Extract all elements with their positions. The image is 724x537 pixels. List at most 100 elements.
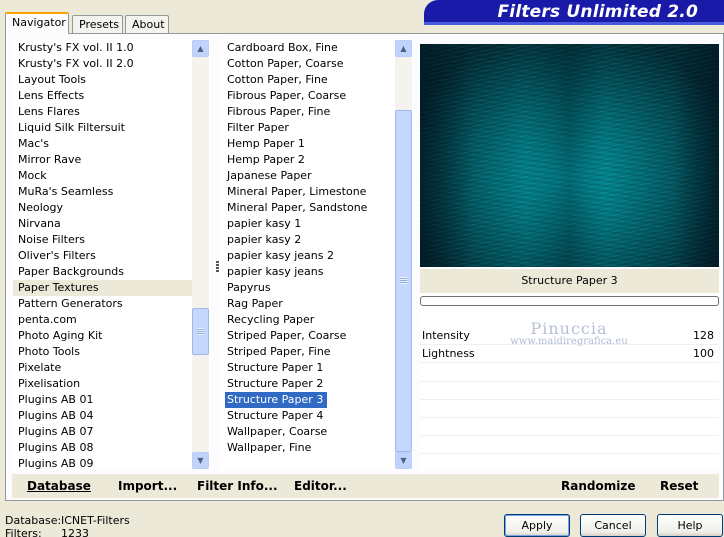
list-item[interactable]: Krusty's FX vol. II 2.0	[13, 56, 192, 72]
param-value[interactable]: 100	[693, 345, 714, 363]
list-item[interactable]: Plugins AB 01	[13, 392, 192, 408]
editor-button[interactable]: Editor...	[294, 474, 347, 498]
import-button[interactable]: Import...	[118, 474, 177, 498]
list-item[interactable]: Rag Paper	[220, 296, 395, 312]
list-item[interactable]: Fibrous Paper, Coarse	[220, 88, 395, 104]
list-item[interactable]: Paper Textures	[13, 280, 192, 296]
list-item[interactable]: Pixelisation	[13, 376, 192, 392]
list-item[interactable]: Fibrous Paper, Fine	[220, 104, 395, 120]
list-item[interactable]: Layout Tools	[13, 72, 192, 88]
filter-scroll-up-button[interactable]: ▲	[395, 40, 412, 57]
category-scroll-thumb[interactable]	[192, 308, 209, 355]
list-item[interactable]: Plugins AB 04	[13, 408, 192, 424]
list-item[interactable]: Paper Backgrounds	[13, 264, 192, 280]
category-scroll-down-button[interactable]: ▼	[192, 452, 209, 469]
selected-item-highlight[interactable]: Structure Paper 3	[225, 392, 328, 408]
list-item[interactable]: Oliver's Filters	[13, 248, 192, 264]
selected-filter-name: Structure Paper 3	[420, 269, 719, 293]
list-item[interactable]: Mineral Paper, Sandstone	[220, 200, 395, 216]
list-item[interactable]: Plugins AB 08	[13, 440, 192, 456]
tab-navigator[interactable]: Navigator	[5, 12, 69, 34]
list-item[interactable]: papier kasy 2	[220, 232, 395, 248]
list-item[interactable]: Plugins AB 09	[13, 456, 192, 469]
list-item[interactable]: Striped Paper, Fine	[220, 344, 395, 360]
list-item[interactable]: Nirvana	[13, 216, 192, 232]
progress-bar	[420, 296, 719, 306]
param-divider	[420, 417, 719, 418]
chevron-up-icon: ▲	[197, 44, 204, 53]
app-banner: Filters Unlimited 2.0	[424, 0, 724, 25]
param-divider	[420, 435, 719, 436]
filter-scrollbar[interactable]: ▲ ▼	[395, 40, 412, 469]
list-item[interactable]: Pattern Generators	[13, 296, 192, 312]
randomize-button[interactable]: Randomize	[561, 474, 635, 498]
list-item[interactable]: Cardboard Box, Fine	[220, 40, 395, 56]
list-item[interactable]: Striped Paper, Coarse	[220, 328, 395, 344]
list-item[interactable]: Cotton Paper, Coarse	[220, 56, 395, 72]
param-divider	[420, 399, 719, 400]
list-item[interactable]: Noise Filters	[13, 232, 192, 248]
list-item[interactable]: Pixelate	[13, 360, 192, 376]
database-button[interactable]: Database	[27, 474, 91, 498]
chevron-down-icon: ▼	[400, 456, 407, 465]
list-item[interactable]: Liquid Silk Filtersuit	[13, 120, 192, 136]
list-item[interactable]: papier kasy jeans 2	[220, 248, 395, 264]
list-item[interactable]: Recycling Paper	[220, 312, 395, 328]
tab-presets[interactable]: Presets	[72, 15, 123, 34]
filters-count: 1233	[61, 527, 89, 537]
filter-list-items: Cardboard Box, Fine Cotton Paper, Coarse C…	[220, 40, 395, 456]
list-item[interactable]: Hemp Paper 1	[220, 136, 395, 152]
help-button[interactable]: Help	[657, 514, 723, 537]
category-scroll-up-button[interactable]: ▲	[192, 40, 209, 57]
filter-settings: Structure Paper 3 Intensity 128 Lightnes…	[420, 269, 719, 470]
param-divider	[420, 381, 719, 382]
filter-scroll-down-button[interactable]: ▼	[395, 452, 412, 469]
param-value[interactable]: 128	[693, 327, 714, 345]
status-info: Database:ICNET-Filters Filters: 1233	[5, 514, 130, 537]
navigator-panel: Krusty's FX vol. II 1.0 Krusty's FX vol. …	[5, 33, 724, 501]
list-item[interactable]: Wallpaper, Coarse	[220, 424, 395, 440]
filter-list[interactable]: Cardboard Box, Fine Cotton Paper, Coarse C…	[219, 39, 413, 470]
filter-info-button[interactable]: Filter Info...	[197, 474, 278, 498]
list-item[interactable]: MuRa's Seamless	[13, 184, 192, 200]
filter-preview[interactable]	[420, 44, 719, 267]
list-item[interactable]: Neology	[13, 200, 192, 216]
list-item[interactable]: Filter Paper	[220, 120, 395, 136]
list-item[interactable]: Mock	[13, 168, 192, 184]
cancel-button[interactable]: Cancel	[580, 514, 646, 537]
list-item[interactable]: Mac's	[13, 136, 192, 152]
list-item[interactable]: Hemp Paper 2	[220, 152, 395, 168]
list-item[interactable]: Wallpaper, Fine	[220, 440, 395, 456]
reset-button[interactable]: Reset	[660, 474, 698, 498]
app-title: Filters Unlimited 2.0	[497, 2, 698, 22]
database-label: Database:	[5, 514, 62, 527]
apply-button[interactable]: Apply	[504, 514, 570, 537]
list-item[interactable]: Structure Paper 4	[220, 408, 395, 424]
list-item[interactable]: papier kasy jeans	[220, 264, 395, 280]
list-item[interactable]: Structure Paper 1	[220, 360, 395, 376]
list-item[interactable]: Japanese Paper	[220, 168, 395, 184]
list-item[interactable]: Structure Paper 3	[220, 392, 395, 408]
filter-scroll-thumb[interactable]	[395, 110, 412, 452]
list-item[interactable]: Krusty's FX vol. II 1.0	[13, 40, 192, 56]
list-item[interactable]: Mirror Rave	[13, 152, 192, 168]
param-label: Intensity	[422, 329, 470, 342]
param-intensity[interactable]: Intensity 128	[420, 327, 719, 345]
list-item[interactable]: Plugins AB 07	[13, 424, 192, 440]
list-item[interactable]: Structure Paper 2	[220, 376, 395, 392]
list-item[interactable]: Photo Aging Kit	[13, 328, 192, 344]
list-item[interactable]: papier kasy 1	[220, 216, 395, 232]
param-lightness[interactable]: Lightness 100	[420, 345, 719, 363]
list-item[interactable]: Lens Effects	[13, 88, 192, 104]
list-item[interactable]: Cotton Paper, Fine	[220, 72, 395, 88]
list-item[interactable]: penta.com	[13, 312, 192, 328]
list-item[interactable]: Papyrus	[220, 280, 395, 296]
chevron-up-icon: ▲	[400, 44, 407, 53]
filters-label: Filters:	[5, 527, 42, 537]
list-item[interactable]: Lens Flares	[13, 104, 192, 120]
list-item[interactable]: Photo Tools	[13, 344, 192, 360]
category-scrollbar[interactable]: ▲ ▼	[192, 40, 209, 469]
list-item[interactable]: Mineral Paper, Limestone	[220, 184, 395, 200]
tab-about[interactable]: About	[125, 15, 169, 34]
category-list[interactable]: Krusty's FX vol. II 1.0 Krusty's FX vol. …	[12, 39, 210, 470]
